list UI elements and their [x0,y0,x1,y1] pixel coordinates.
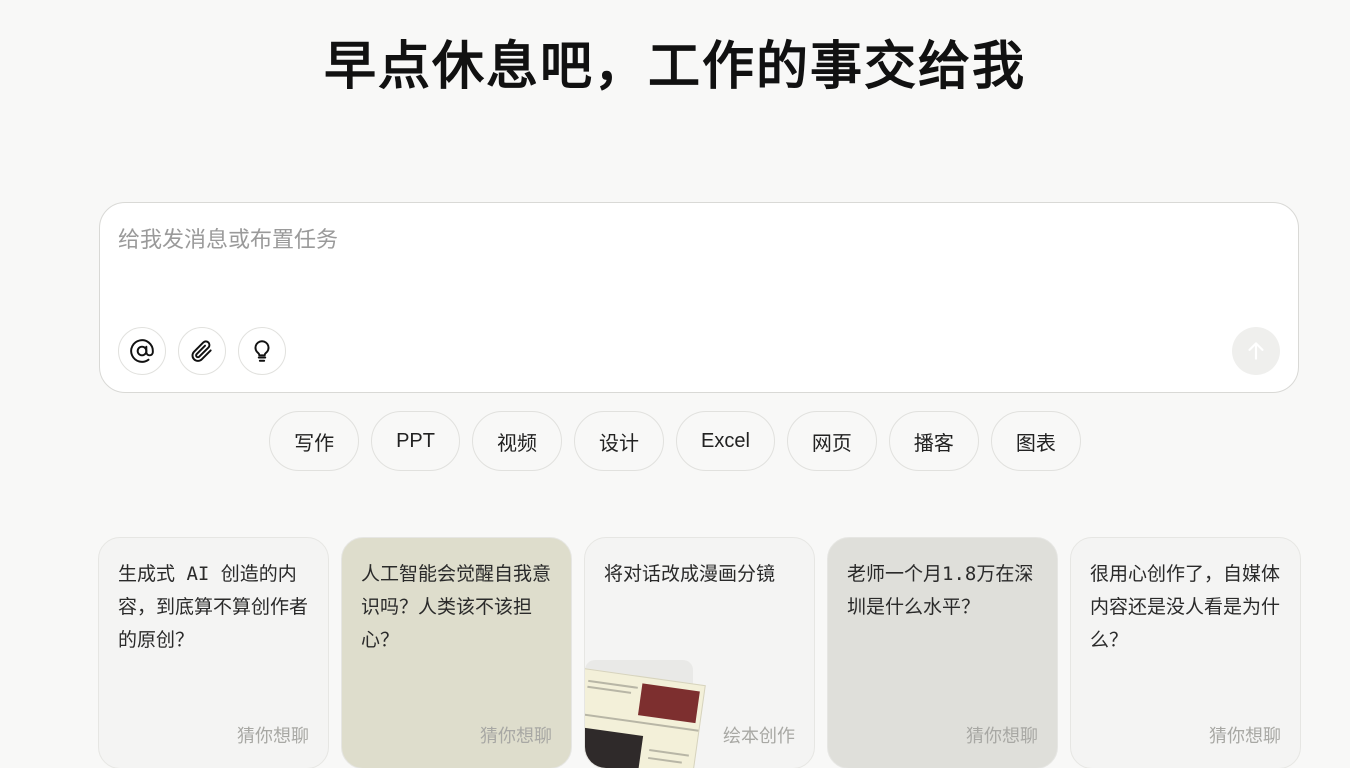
chip-podcast[interactable]: 播客 [888,411,979,471]
chip-design[interactable]: 设计 [574,411,664,471]
arrow-up-icon [1248,342,1264,360]
suggestion-card[interactable]: 人工智能会觉醒自我意识吗？人类该不该担心？ 猜你想聊 [341,537,572,768]
chip-video[interactable]: 视频 [472,411,562,471]
message-input[interactable] [118,227,1218,253]
chip-ppt[interactable]: PPT [371,411,460,471]
card-tag: 猜你想聊 [1209,726,1281,746]
chip-webpage[interactable]: 网页 [786,411,877,471]
card-tag: 绘本创作 [723,726,795,746]
mention-button[interactable] [118,327,166,375]
at-icon [130,339,154,363]
paperclip-icon [191,340,212,362]
chip-chart[interactable]: 图表 [990,411,1081,471]
suggestion-card[interactable]: 老师一个月1.8万在深圳是什么水平？ 猜你想聊 [827,537,1058,768]
card-text: 人工智能会觉醒自我意识吗？人类该不该担心？ [361,563,552,651]
card-tag: 猜你想聊 [480,726,552,746]
task-chips: 写作 PPT 视频 设计 Excel 网页 播客 图表 [0,411,1350,471]
card-tag: 猜你想聊 [966,726,1038,746]
card-text: 生成式 AI 创造的内容，到底算不算创作者的原创？ [118,563,309,651]
suggestion-card[interactable]: 很用心创作了，自媒体内容还是没人看是为什么？ 猜你想聊 [1070,537,1301,768]
attach-button[interactable] [178,327,226,375]
send-button[interactable] [1232,327,1280,375]
inspiration-button[interactable] [238,327,286,375]
card-text: 老师一个月1.8万在深圳是什么水平？ [847,563,1034,618]
card-text: 将对话改成漫画分镜 [604,563,776,585]
home-page: 早点休息吧，工作的事交给我 写作 PPT [0,0,1350,768]
suggestion-card[interactable]: 将对话改成漫画分镜 绘本创作 [584,537,815,768]
comic-preview-image [585,668,706,768]
suggestion-card[interactable]: 生成式 AI 创造的内容，到底算不算创作者的原创？ 猜你想聊 [98,537,329,768]
card-text: 很用心创作了，自媒体内容还是没人看是为什么？ [1090,563,1281,651]
card-tag: 猜你想聊 [237,726,309,746]
chip-writing[interactable]: 写作 [269,411,360,471]
chip-excel[interactable]: Excel [676,411,775,471]
message-composer [99,202,1299,393]
page-title: 早点休息吧，工作的事交给我 [323,36,1026,97]
lightbulb-icon [254,340,270,362]
